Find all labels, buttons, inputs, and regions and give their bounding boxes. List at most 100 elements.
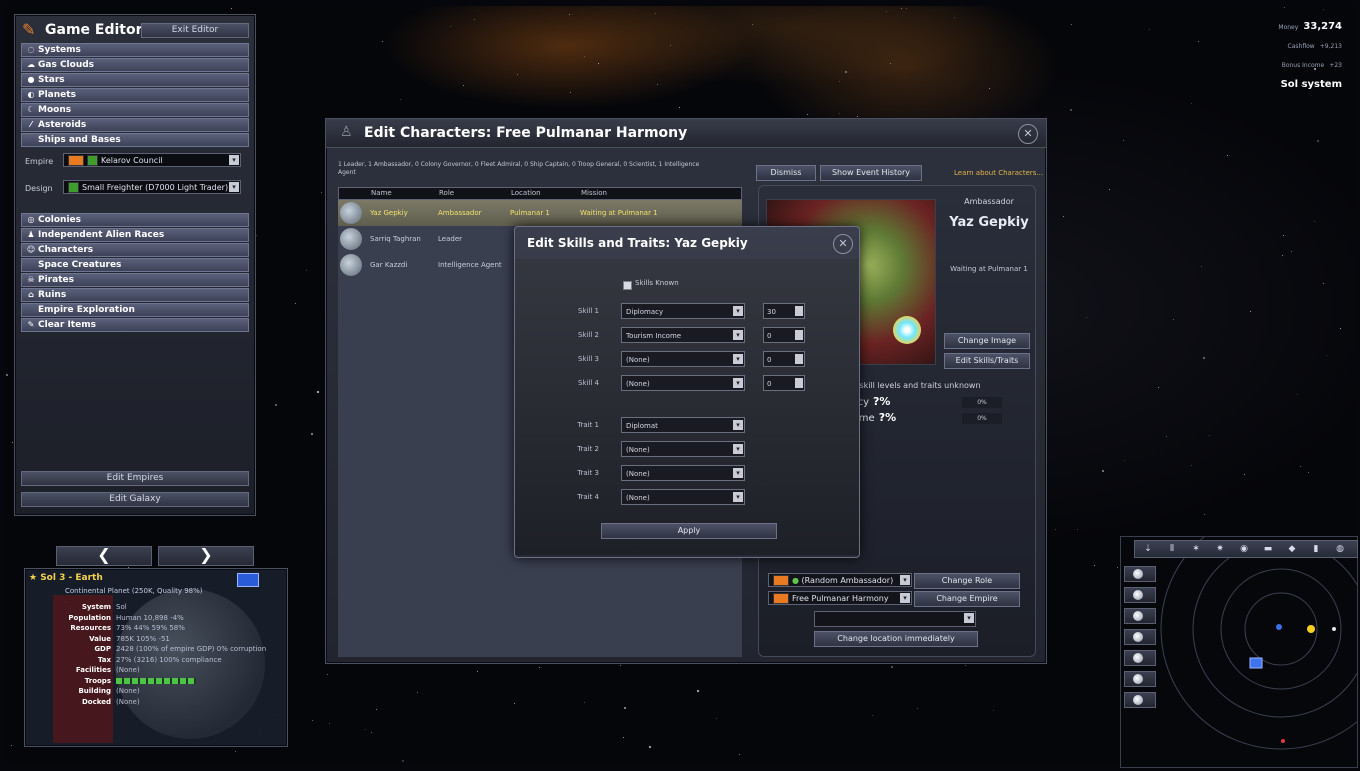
editor-category-systems[interactable]: ◌ Systems: [21, 43, 249, 57]
editor-category-ruins[interactable]: ⌂ Ruins: [21, 288, 249, 302]
skill-select[interactable]: (None) ▾: [621, 351, 745, 367]
editor-category-colonies[interactable]: ◎ Colonies: [21, 213, 249, 227]
editor-category-stars[interactable]: ● Stars: [21, 73, 249, 87]
locate-planet-icon[interactable]: [237, 573, 259, 587]
edit-empires-button[interactable]: Edit Empires: [21, 471, 249, 486]
minimap-layer-button[interactable]: [1124, 629, 1156, 645]
star-dot: [697, 690, 699, 692]
editor-category-pirates[interactable]: ☠ Pirates: [21, 273, 249, 287]
skill-select[interactable]: (None) ▾: [621, 375, 745, 391]
change-image-button[interactable]: Change Image: [944, 333, 1030, 349]
star-dot: [312, 720, 313, 721]
layer-planet-icon: [1133, 611, 1143, 621]
planet-row-value: Sol: [116, 603, 127, 611]
skill-2-pct: 0%: [962, 413, 1002, 424]
previous-planet-button[interactable]: ❮: [56, 546, 152, 566]
gem-icon[interactable]: ◆: [1285, 543, 1299, 555]
editor-category-label: Pirates: [38, 275, 74, 285]
skill-select[interactable]: Diplomacy ▾: [621, 303, 745, 319]
close-icon[interactable]: ✕: [1018, 124, 1038, 144]
planet-row-label: Docked: [82, 697, 111, 706]
trait-select[interactable]: (None) ▾: [621, 489, 745, 505]
editor-category-gas-clouds[interactable]: ☁ Gas Clouds: [21, 58, 249, 72]
current-system-name[interactable]: Sol system: [1222, 79, 1342, 90]
apply-button[interactable]: Apply: [601, 523, 777, 539]
spark-icon[interactable]: ✷: [1213, 543, 1227, 555]
change-location-button[interactable]: Change location immediately: [814, 631, 978, 647]
target-icon[interactable]: ◉: [1237, 543, 1251, 555]
editor-category-clear-items[interactable]: ✎ Clear Items: [21, 318, 249, 332]
planet-row-label: Building: [78, 687, 111, 695]
skill-select[interactable]: Tourism Income ▾: [621, 327, 745, 343]
editor-category-moons[interactable]: ☾ Moons: [21, 103, 249, 117]
skill-level-stepper[interactable]: 0: [763, 327, 805, 343]
character-row[interactable]: Yaz Gepkiy Ambassador Pulmanar 1 Waiting at…: [338, 200, 742, 226]
trait-label: Trait 1: [577, 421, 599, 429]
editor-category-label: Clear Items: [38, 320, 96, 330]
design-select[interactable]: Small Freighter (D7000 Light Trader) ▾: [63, 180, 241, 194]
exit-editor-button[interactable]: Exit Editor: [141, 23, 249, 38]
edit-skills-traits-button[interactable]: Edit Skills/Traits: [944, 353, 1030, 369]
explore-icon[interactable]: ✶: [1189, 543, 1203, 555]
filter-icon[interactable]: ⇣: [1141, 543, 1155, 555]
star-dot: [891, 666, 893, 668]
dismiss-button[interactable]: Dismiss: [756, 165, 816, 181]
skill-level-stepper[interactable]: 0: [763, 351, 805, 367]
editor-category-characters[interactable]: ☺ Characters: [21, 243, 249, 257]
spinner-arrows-icon: [795, 354, 803, 364]
show-event-history-button[interactable]: Show Event History: [820, 165, 922, 181]
star-dot: [1340, 328, 1341, 329]
minimap-layer-button[interactable]: [1124, 671, 1156, 687]
minimap-layer-button[interactable]: [1124, 650, 1156, 666]
col-name[interactable]: Name: [371, 189, 392, 197]
planet-title-text: Sol 3 - Earth: [40, 573, 103, 583]
planet-row-value: 2428 (100% of empire GDP) 0% corruption: [116, 645, 267, 653]
globe-icon[interactable]: ◍: [1333, 543, 1347, 555]
star-dot: [623, 737, 624, 738]
col-role[interactable]: Role: [439, 189, 454, 197]
ship-icon[interactable]: ▬: [1261, 543, 1275, 555]
columns-icon[interactable]: ⫴: [1165, 543, 1179, 555]
skills-known-checkbox[interactable]: [623, 281, 632, 290]
editor-category-planets[interactable]: ◐ Planets: [21, 88, 249, 102]
editor-category-independent-alien-races[interactable]: ♟ Independent Alien Races: [21, 228, 249, 242]
chevron-down-icon: ▾: [733, 444, 743, 454]
character-location: Waiting at Pulmanar 1: [950, 265, 1028, 273]
skill-label: Skill 4: [577, 379, 599, 387]
editor-category-empire-exploration[interactable]: Empire Exploration: [21, 303, 249, 317]
empire-owner-select[interactable]: Free Pulmanar Harmony ▾: [768, 591, 912, 605]
minimap-layer-button[interactable]: [1124, 692, 1156, 708]
learn-about-characters-link[interactable]: Learn about Characters...: [954, 169, 1043, 177]
skill-level-stepper[interactable]: 30: [763, 303, 805, 319]
trait-select[interactable]: Diplomat ▾: [621, 417, 745, 433]
minimap-layer-button[interactable]: [1124, 587, 1156, 603]
edit-skills-dialog: Edit Skills and Traits: Yaz Gepkiy ✕ Ski…: [514, 226, 860, 558]
editor-category-space-creatures[interactable]: Space Creatures: [21, 258, 249, 272]
change-role-button[interactable]: Change Role: [914, 573, 1020, 589]
trait-select[interactable]: (None) ▾: [621, 465, 745, 481]
skill-level-stepper[interactable]: 0: [763, 375, 805, 391]
location-select[interactable]: ▾: [814, 611, 976, 627]
planet-row-label: Value: [89, 634, 111, 643]
planet-row-label: GDP: [94, 645, 111, 653]
next-planet-button[interactable]: ❯: [158, 546, 254, 566]
col-location[interactable]: Location: [511, 189, 541, 197]
close-icon[interactable]: ✕: [833, 234, 853, 254]
nebula-icon[interactable]: ▮: [1309, 543, 1323, 555]
role-emblem-icon: ●: [792, 576, 799, 585]
trait-select-value: (None): [626, 470, 650, 478]
change-empire-button[interactable]: Change Empire: [914, 591, 1020, 607]
systems-icon: ◌: [27, 45, 35, 54]
empire-select[interactable]: Kelarov Council ▾: [63, 153, 241, 167]
role-select[interactable]: ● (Random Ambassador) ▾: [768, 573, 912, 587]
editor-category-asteroids[interactable]: ⁄ Asteroids: [21, 118, 249, 132]
skill-level-value: 0: [767, 380, 772, 388]
edit-galaxy-button[interactable]: Edit Galaxy: [21, 492, 249, 507]
characters-title: Edit Characters: Free Pulmanar Harmony: [364, 125, 688, 141]
editor-category-ships-and-bases[interactable]: Ships and Bases: [21, 133, 249, 147]
star-dot: [657, 84, 658, 85]
minimap-layer-button[interactable]: [1124, 566, 1156, 582]
trait-select[interactable]: (None) ▾: [621, 441, 745, 457]
minimap-layer-button[interactable]: [1124, 608, 1156, 624]
col-mission[interactable]: Mission: [581, 189, 607, 197]
